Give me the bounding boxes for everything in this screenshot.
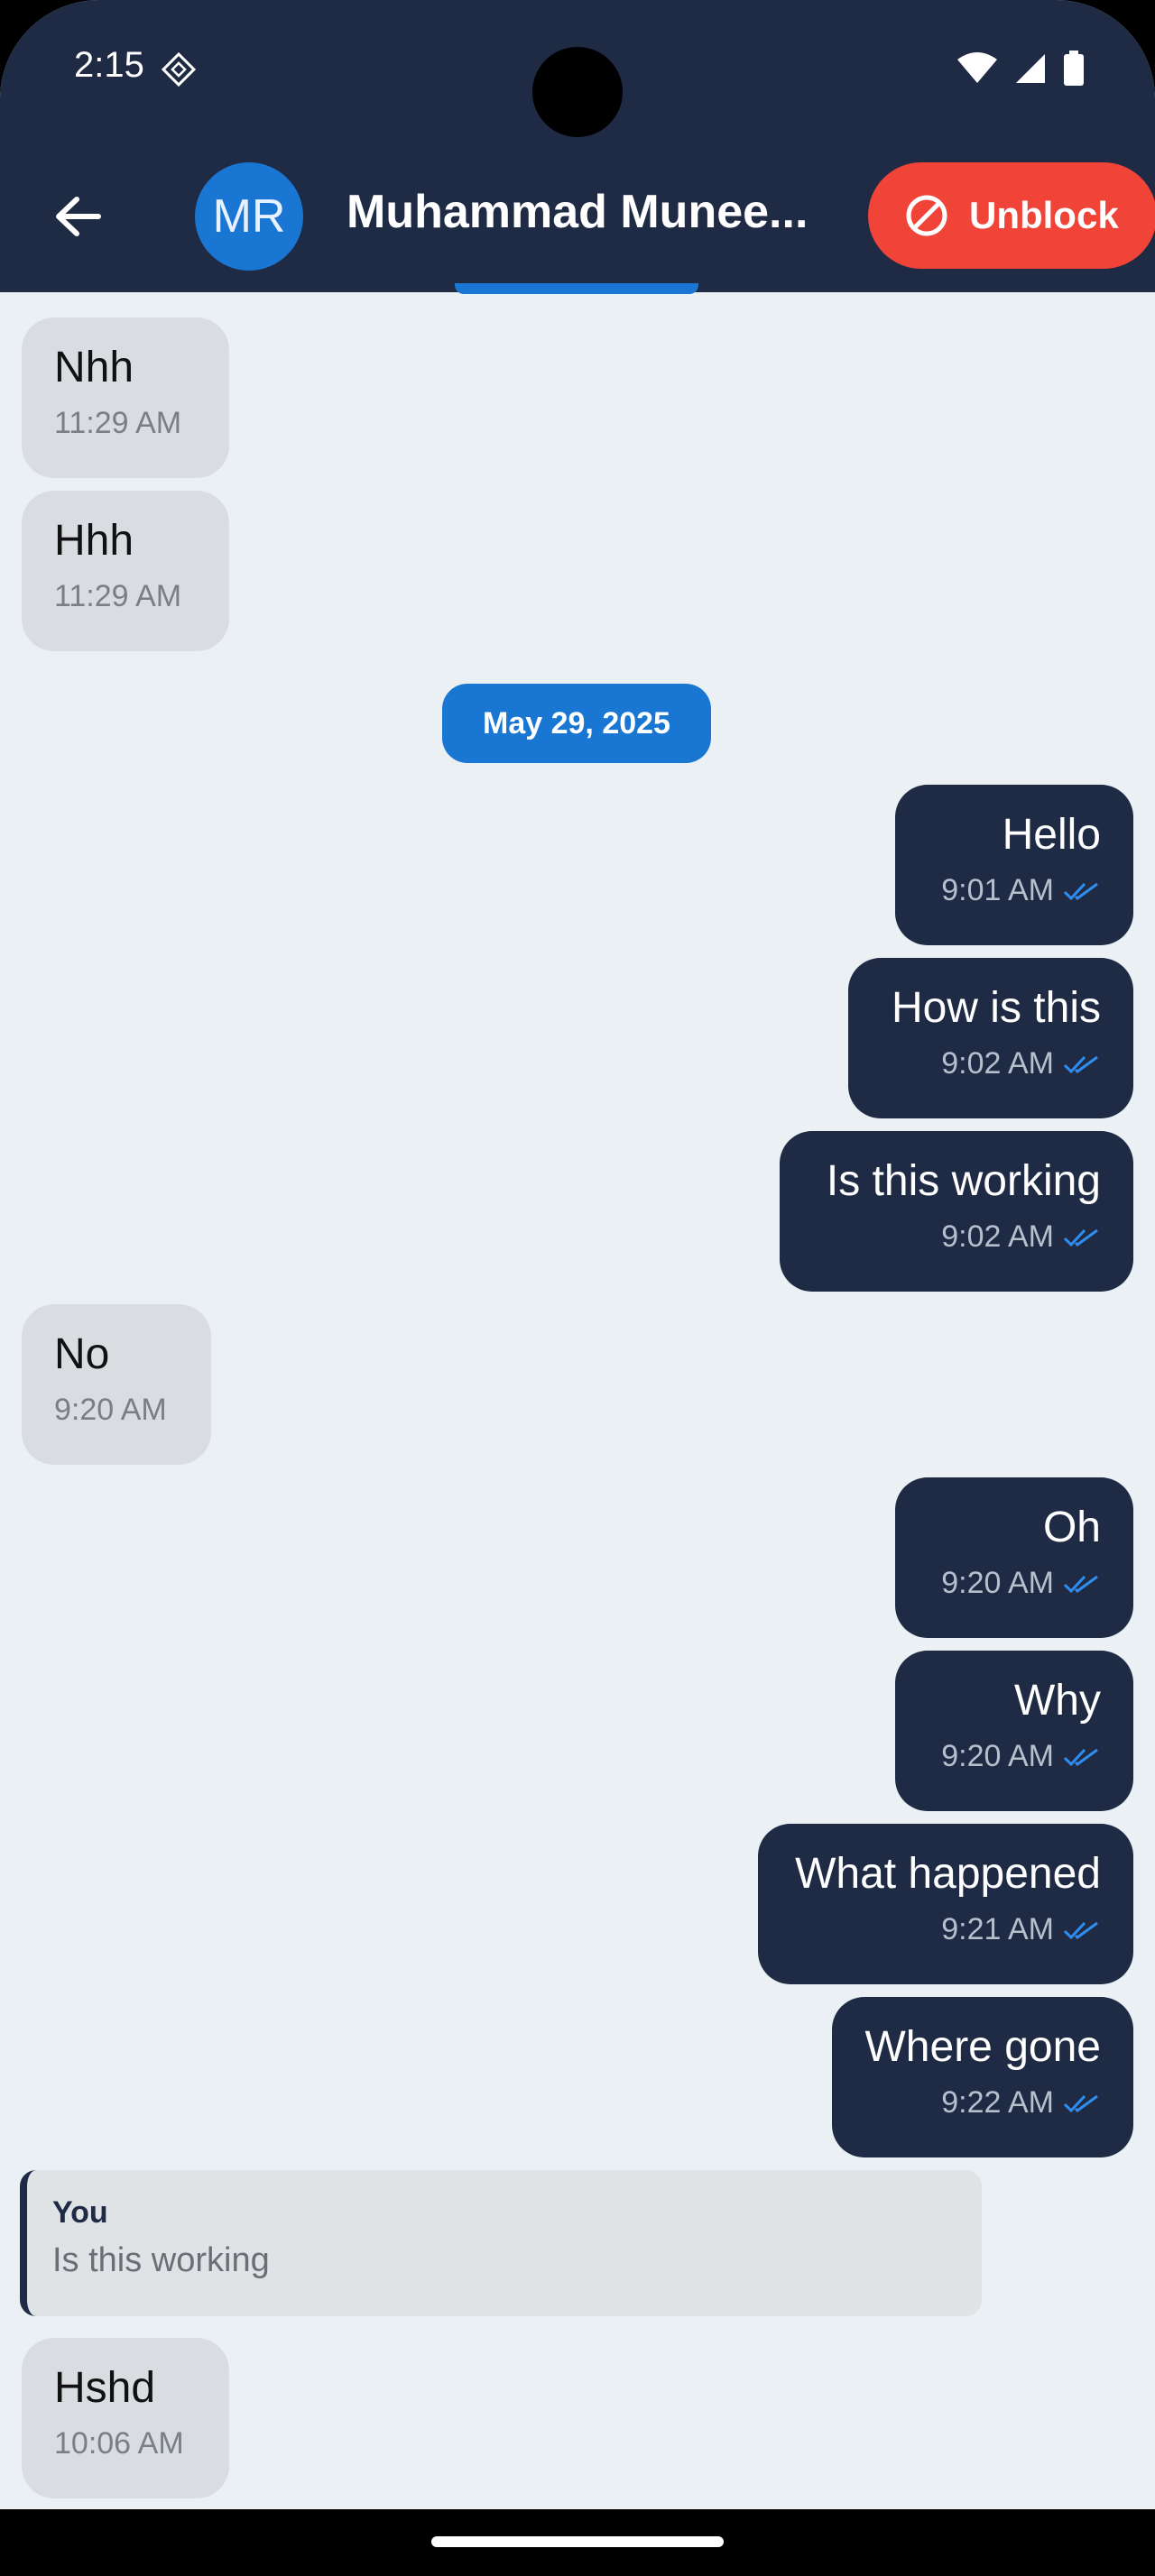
double-check-icon — [1063, 1568, 1101, 1603]
date-separator: May 29, 2025 — [442, 684, 711, 763]
app-bar: 2:15 MR Muhammad Munee... Unblock — [0, 0, 1155, 294]
reply-author: You — [52, 2195, 108, 2230]
back-button[interactable] — [42, 184, 114, 249]
message-time: 9:22 AM — [941, 2085, 1054, 2120]
message-bubble-incoming[interactable]: Hhh 11:29 AM — [22, 491, 229, 651]
quoted-reply[interactable]: You Is this working — [20, 2170, 982, 2316]
message-bubble-outgoing[interactable]: Where gone 9:22 AM — [832, 1997, 1133, 2157]
message-time: 9:21 AM — [941, 1912, 1054, 1946]
message-meta: 9:20 AM — [895, 1566, 1101, 1603]
double-check-icon — [1063, 2087, 1101, 2122]
message-time: 11:29 AM — [54, 406, 182, 440]
reply-text: Is this working — [52, 2241, 270, 2279]
message-meta: 9:20 AM — [895, 1739, 1101, 1776]
double-check-icon — [1063, 1048, 1101, 1083]
message-bubble-outgoing[interactable]: Oh 9:20 AM — [895, 1477, 1133, 1638]
message-time: 9:01 AM — [941, 873, 1054, 907]
double-check-icon — [1063, 1221, 1101, 1256]
message-text: Where gone — [864, 2023, 1102, 2071]
message-time: 10:06 AM — [54, 2426, 184, 2461]
message-text: Why — [1014, 1677, 1101, 1725]
message-time: 9:20 AM — [941, 1739, 1054, 1773]
message-meta: 9:21 AM — [758, 1912, 1101, 1949]
message-meta: 9:22 AM — [832, 2085, 1101, 2122]
home-indicator[interactable] — [431, 2536, 724, 2547]
message-bubble-incoming[interactable]: Nhh 11:29 AM — [22, 317, 229, 478]
message-bubble-incoming[interactable]: Hshd 10:06 AM — [22, 2338, 229, 2498]
contact-name[interactable]: Muhammad Munee... — [346, 185, 816, 239]
status-icons — [956, 51, 1085, 91]
message-time: 9:20 AM — [54, 1393, 167, 1427]
message-text: Hello — [1002, 811, 1101, 859]
message-text: Oh — [1042, 1504, 1101, 1551]
signal-icon — [1014, 52, 1047, 89]
message-time: 9:20 AM — [941, 1566, 1054, 1600]
chat-screen: 2:15 MR Muhammad Munee... Unblock Nhh 11… — [0, 0, 1155, 2509]
wifi-icon — [956, 52, 998, 89]
double-check-icon — [1063, 875, 1101, 910]
message-bubble-outgoing[interactable]: Is this working 9:02 AM — [780, 1131, 1133, 1292]
date-separator-peek — [455, 283, 698, 294]
message-text: Hhh — [54, 517, 134, 565]
unblock-button[interactable]: Unblock — [868, 162, 1155, 269]
message-text: How is this — [891, 984, 1101, 1032]
message-text: Nhh — [54, 344, 134, 391]
unblock-label: Unblock — [969, 194, 1119, 236]
double-check-icon — [1063, 1914, 1101, 1949]
message-meta: 9:02 AM — [848, 1046, 1101, 1083]
message-bubble-outgoing[interactable]: Why 9:20 AM — [895, 1651, 1133, 1811]
message-meta: 9:01 AM — [895, 873, 1101, 910]
block-icon — [906, 195, 947, 236]
message-bubble-outgoing[interactable]: Hello 9:01 AM — [895, 785, 1133, 945]
message-text: Is this working — [826, 1157, 1101, 1205]
message-text: No — [54, 1330, 110, 1378]
arrow-left-icon — [56, 197, 101, 236]
message-bubble-incoming[interactable]: No 9:20 AM — [22, 1304, 211, 1465]
message-bubble-outgoing[interactable]: What happened 9:21 AM — [758, 1824, 1133, 1984]
message-meta: 9:02 AM — [780, 1219, 1101, 1256]
message-bubble-outgoing[interactable]: How is this 9:02 AM — [848, 958, 1133, 1118]
message-text: Hshd — [54, 2364, 156, 2412]
avatar[interactable]: MR — [195, 162, 303, 271]
battery-icon — [1063, 51, 1085, 91]
status-time: 2:15 — [74, 45, 144, 85]
notification-icon — [159, 50, 199, 94]
message-time: 9:02 AM — [941, 1219, 1054, 1254]
message-time: 9:02 AM — [941, 1046, 1054, 1081]
double-check-icon — [1063, 1741, 1101, 1776]
camera-cutout — [532, 47, 623, 137]
message-text: What happened — [795, 1850, 1101, 1898]
message-time: 11:29 AM — [54, 579, 182, 613]
